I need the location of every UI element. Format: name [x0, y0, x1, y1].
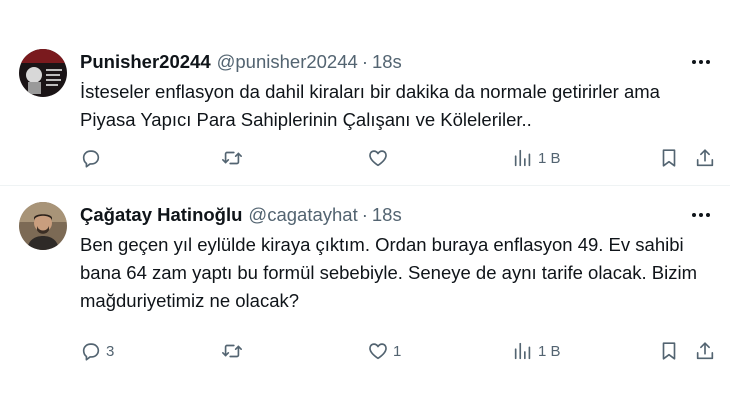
tweet-actions: 3 1 1 B [80, 338, 714, 364]
tweet-text-line: Piyasa Yapıcı Para Sahiplerinin Çalışanı… [80, 109, 532, 130]
tweet-text-line: mağduriyetimiz ne olacak? [80, 290, 300, 311]
views-button[interactable]: 1 B [512, 147, 561, 169]
reply-count: 3 [106, 342, 115, 360]
reply-button[interactable]: 3 [80, 340, 114, 362]
retweet-button[interactable] [221, 340, 247, 362]
avatar[interactable] [19, 202, 67, 250]
timestamp[interactable]: 18s [372, 204, 402, 226]
avatar-image [19, 49, 67, 97]
user-handle[interactable]: @cagatayhat [248, 204, 357, 226]
bookmark-icon [662, 149, 676, 167]
tweet-header: Çağatay Hatinoğlu @cagatayhat · 18s [80, 203, 710, 227]
views-count: 1 B [538, 342, 561, 360]
reply-button[interactable] [80, 147, 106, 169]
tweet-text: İsteseler enflasyon da dahil kiraları bi… [80, 78, 700, 134]
reply-bubble-icon [82, 150, 100, 168]
reply-bubble-icon [82, 343, 100, 361]
share-upload-icon [696, 342, 714, 360]
tweet-actions: 1 B [80, 145, 714, 171]
share-upload-icon [696, 149, 714, 167]
retweet-icon [222, 151, 242, 165]
views-button[interactable]: 1 B [512, 340, 561, 362]
heart-icon [369, 150, 387, 167]
retweet-button[interactable] [221, 147, 247, 169]
tweet-text-line: İsteseler enflasyon da dahil kiraları bi… [80, 81, 660, 102]
user-handle[interactable]: @punisher20244 [217, 51, 358, 73]
tweet[interactable]: Punisher20244 @punisher20244 · 18s İstes… [0, 30, 730, 186]
avatar[interactable] [19, 49, 67, 97]
share-button[interactable] [694, 147, 716, 169]
tweet[interactable]: Çağatay Hatinoğlu @cagatayhat · 18s Ben … [0, 187, 730, 420]
tweet-text: Ben geçen yıl eylülde kiraya çıktım. Ord… [80, 231, 700, 315]
separator-dot: · [361, 204, 368, 225]
share-button[interactable] [694, 340, 716, 362]
tweet-text-line: bana 64 zam yaptı bu formül sebebiyle. S… [80, 262, 698, 283]
bookmark-button[interactable] [658, 340, 680, 362]
timestamp[interactable]: 18s [372, 51, 402, 73]
like-count: 1 [393, 342, 402, 360]
tweet-header: Punisher20244 @punisher20244 · 18s [80, 50, 710, 74]
separator-dot: · [361, 51, 368, 72]
views-count: 1 B [538, 149, 561, 167]
tweet-text-line: Ben geçen yıl eylülde kiraya çıktım. Ord… [80, 234, 684, 255]
display-name[interactable]: Çağatay Hatinoğlu [80, 204, 242, 226]
heart-icon [369, 343, 387, 360]
retweet-icon [222, 344, 242, 358]
bookmark-button[interactable] [658, 147, 680, 169]
views-bars-icon [514, 342, 531, 360]
more-dots-icon[interactable] [688, 204, 714, 226]
like-button[interactable]: 1 [367, 340, 401, 362]
like-button[interactable] [367, 147, 393, 169]
more-dots-icon[interactable] [688, 51, 714, 73]
display-name[interactable]: Punisher20244 [80, 51, 211, 73]
views-bars-icon [514, 149, 531, 167]
bookmark-icon [662, 342, 676, 360]
avatar-image [19, 202, 67, 250]
